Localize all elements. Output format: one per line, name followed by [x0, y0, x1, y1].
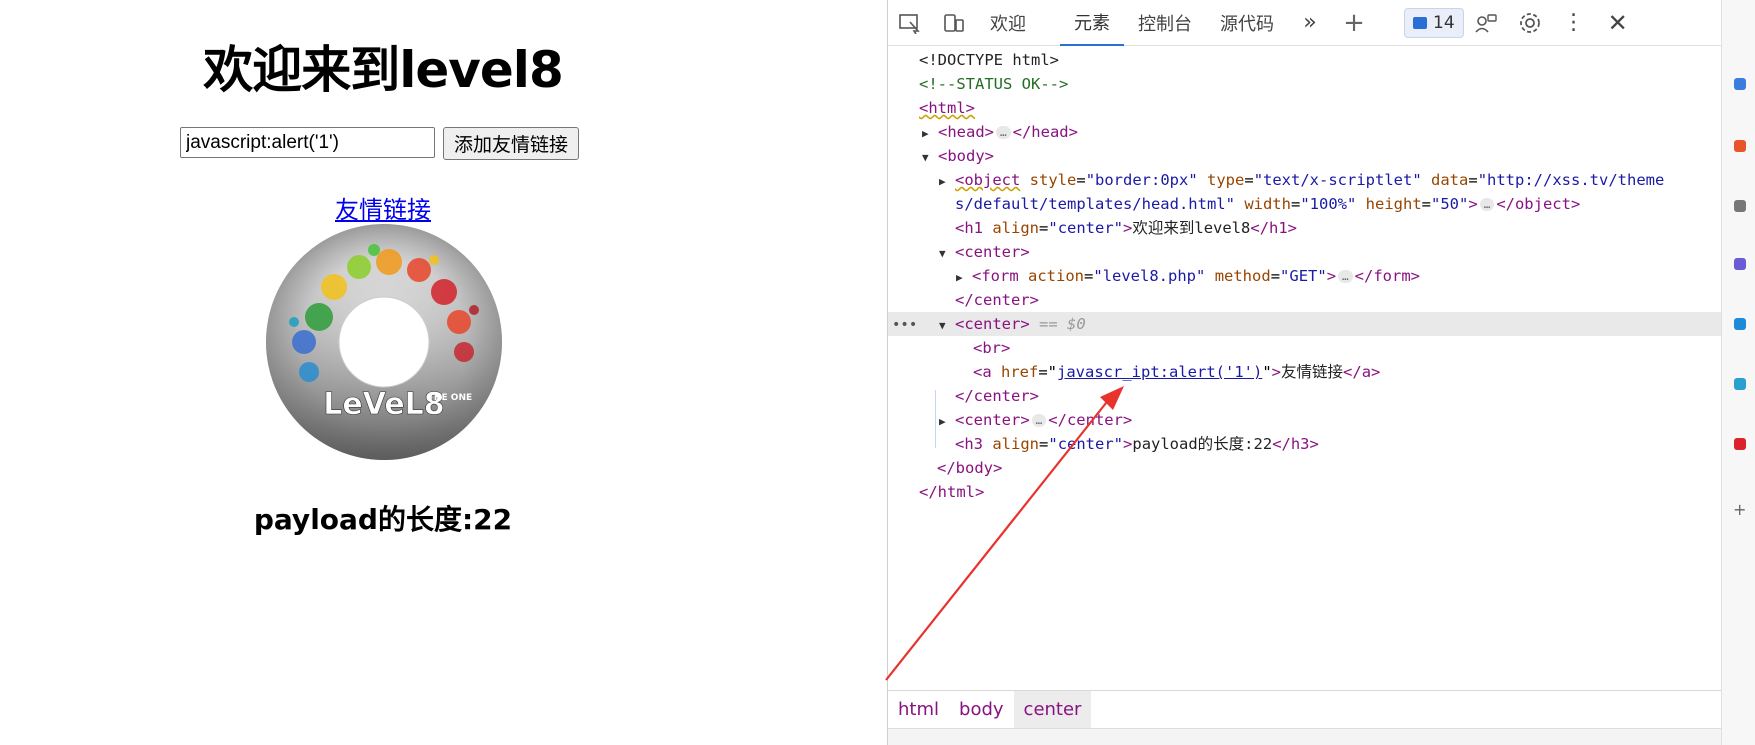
friend-link[interactable]: 友情链接 — [335, 196, 431, 224]
dom-line-anchor[interactable]: <a href="javascr_ipt:alert('1')">友情链接</a… — [888, 360, 1721, 384]
tab-console[interactable]: 控制台 — [1124, 0, 1206, 46]
page-title: 欢迎来到level8 — [203, 41, 563, 99]
message-icon — [1413, 16, 1427, 29]
dom-line-object-cont[interactable]: s/default/templates/head.html" width="10… — [888, 192, 1721, 216]
dom-line-h1[interactable]: <h1 align="center">欢迎来到level8</h1> — [888, 216, 1721, 240]
elements-dom-tree: <!DOCTYPE html> <!--STATUS OK--> <html> … — [888, 48, 1721, 688]
sidebar-app-icon[interactable] — [1734, 318, 1746, 330]
more-options-icon[interactable]: ⋮ — [1552, 0, 1596, 46]
dom-line-object[interactable]: ▶ <object style="border:0px" type="text/x… — [888, 168, 1721, 192]
browser-sidebar: + — [1721, 0, 1755, 745]
dom-line-center-2-selected[interactable]: ••• ▼ <center> == $0 — [888, 312, 1721, 336]
add-link-button[interactable]: 添加友情链接 — [443, 127, 580, 160]
more-actions-icon[interactable]: ••• — [892, 313, 939, 337]
link-input[interactable] — [180, 127, 435, 158]
sidebar-app-icon[interactable] — [1734, 438, 1746, 450]
friend-link-row: 友情链接 — [0, 190, 766, 225]
tab-elements[interactable]: 元素 — [1060, 0, 1124, 46]
close-devtools-icon[interactable]: ✕ — [1596, 0, 1640, 46]
sidebar-app-icon[interactable] — [1734, 378, 1746, 390]
collapse-triangle-icon[interactable]: ▼ — [939, 242, 955, 266]
ellipsis-icon[interactable]: … — [1338, 270, 1353, 283]
sidebar-app-icon[interactable] — [1734, 78, 1746, 90]
ellipsis-icon[interactable]: … — [1031, 414, 1047, 427]
issues-badge[interactable]: 14 — [1404, 7, 1464, 38]
indent-guide — [935, 390, 936, 448]
payload-length-heading: payload的长度:22 — [253, 503, 513, 536]
devtools-toolbar: 欢迎 元素 控制台 源代码 » + 14 ⋮ ✕ — [888, 0, 1721, 46]
inspect-element-icon[interactable] — [888, 0, 932, 46]
sidebar-app-icon[interactable] — [1734, 258, 1746, 270]
tab-sources[interactable]: 源代码 — [1206, 0, 1288, 46]
dom-line-doctype[interactable]: <!DOCTYPE html> — [888, 48, 1721, 72]
dom-line-html-close[interactable]: </html> — [888, 480, 1721, 504]
browser-page: 欢迎来到level8 添加友情链接 友情链接 — [0, 0, 888, 745]
dom-line-comment[interactable]: <!--STATUS OK--> — [888, 72, 1721, 96]
dom-line-html[interactable]: <html> — [888, 96, 1721, 120]
tab-welcome[interactable]: 欢迎 — [976, 0, 1040, 46]
anchor-href-link[interactable]: javascr_ipt:alert('1') — [1057, 363, 1262, 381]
breadcrumb: html body center — [888, 690, 1721, 728]
expand-triangle-icon[interactable]: ▶ — [939, 170, 955, 194]
dom-line-h3[interactable]: <h3 align="center">payload的长度:22</h3> — [888, 432, 1721, 456]
collapse-triangle-icon[interactable]: ▼ — [939, 314, 955, 338]
device-emulation-icon[interactable] — [932, 0, 976, 46]
expand-triangle-icon[interactable]: ▶ — [956, 266, 972, 290]
sidebar-app-icon[interactable] — [1734, 140, 1746, 152]
ellipsis-icon[interactable]: … — [996, 126, 1011, 139]
dom-line-br[interactable]: <br> — [888, 336, 1721, 360]
link-form: 添加友情链接 — [180, 127, 580, 161]
disc-title: LeVeL8 — [323, 387, 444, 422]
issues-count: 14 — [1433, 12, 1455, 33]
dom-line-body[interactable]: ▼ <body> — [888, 144, 1721, 168]
breadcrumb-body[interactable]: body — [949, 691, 1014, 728]
settings-gear-icon[interactable] — [1508, 0, 1552, 46]
collapse-triangle-icon[interactable]: ▼ — [922, 146, 938, 170]
breadcrumb-html[interactable]: html — [888, 691, 949, 728]
ellipsis-icon[interactable]: … — [1479, 198, 1495, 211]
add-tab-icon[interactable]: + — [1332, 0, 1376, 46]
level8-disc-image: LeVeL8 THE ONE — [266, 224, 502, 460]
breadcrumb-center[interactable]: center — [1013, 691, 1092, 728]
styles-pane-header — [888, 728, 1721, 745]
sidebar-add-icon[interactable]: + — [1733, 500, 1746, 519]
dom-line-head[interactable]: ▶ <head>… </head> — [888, 120, 1721, 144]
expand-triangle-icon[interactable]: ▶ — [939, 410, 955, 434]
dom-line-body-close[interactable]: </body> — [888, 456, 1721, 480]
devtools-panel: 欢迎 元素 控制台 源代码 » + 14 ⋮ ✕ <!DOCTYPE html>… — [887, 0, 1721, 745]
expand-triangle-icon[interactable]: ▶ — [922, 122, 938, 146]
dom-line-center-2-close[interactable]: </center> — [888, 384, 1721, 408]
dom-line-center-3[interactable]: ▶ <center>… </center> — [888, 408, 1721, 432]
dom-line-form[interactable]: ▶ <form action="level8.php" method="GET">… — [888, 264, 1721, 288]
more-tabs-icon[interactable]: » — [1288, 0, 1332, 46]
disc-subtitle: THE ONE — [428, 393, 472, 403]
dom-line-center-1-close[interactable]: </center> — [888, 288, 1721, 312]
sidebar-app-icon[interactable] — [1734, 200, 1746, 212]
dom-line-center-1[interactable]: ▼ <center> — [888, 240, 1721, 264]
connections-icon[interactable] — [1464, 0, 1508, 46]
